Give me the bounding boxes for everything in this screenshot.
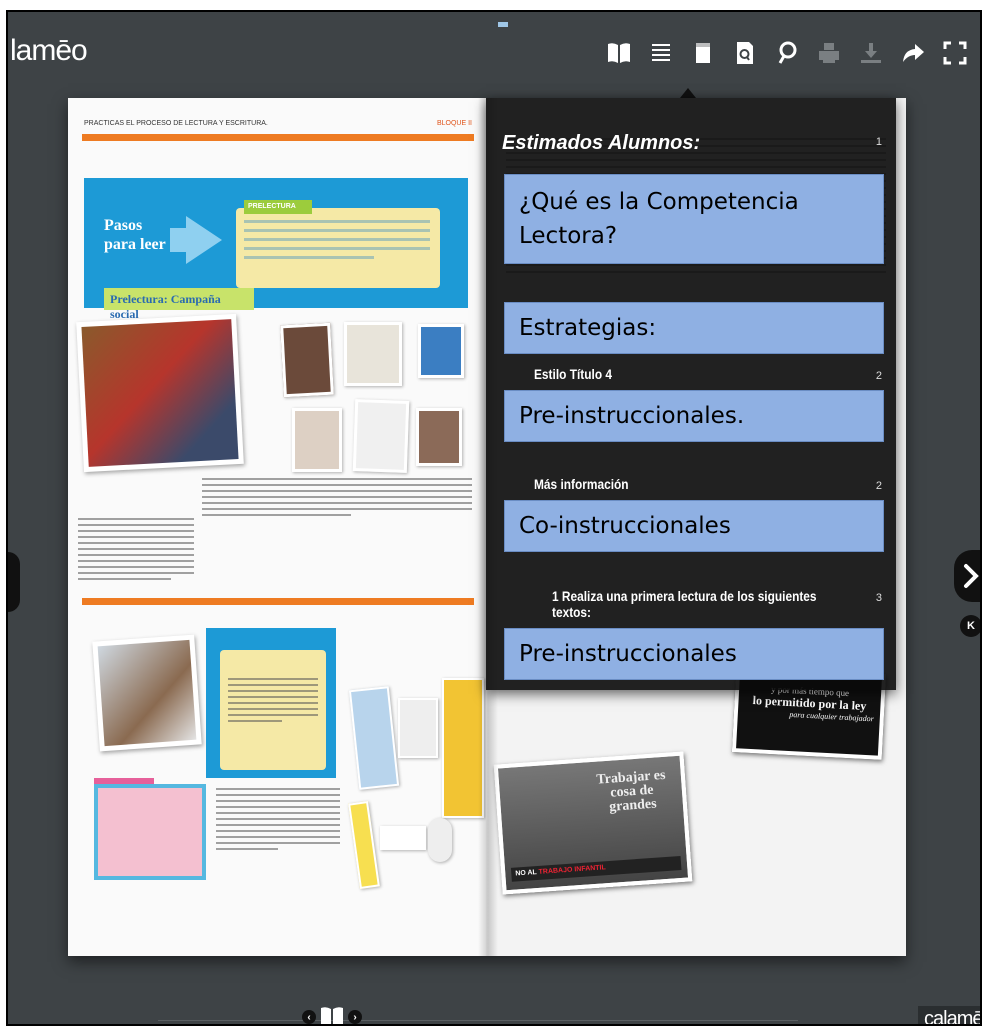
page-header: PRACTICAS EL PROCESO DE LECTURA Y ESCRIT… (84, 120, 268, 127)
toc-entry-mas-informacion[interactable]: Más información (534, 476, 629, 492)
toc-title[interactable]: Estimados Alumnos: (502, 132, 700, 155)
toc-entry-estilo-titulo-4[interactable]: Estilo Título 4 (534, 366, 612, 382)
slider-book-icon[interactable] (318, 1003, 346, 1024)
viewer: lamēo PRACTICAS EL PROCESO DE LECTURA Y … (6, 10, 982, 1026)
toc-entry-mas-page: 2 (875, 480, 882, 492)
left-page: PRACTICAS EL PROCESO DE LECTURA Y ESCRIT… (68, 98, 486, 956)
last-page-button[interactable]: K (960, 615, 980, 637)
orange-rule (82, 134, 474, 141)
orange-rule-2 (82, 598, 474, 605)
book-icon[interactable] (604, 38, 634, 68)
block-label: BLOQUE II (436, 120, 472, 127)
logo-thumbnail (380, 826, 426, 850)
footer-logo[interactable]: calamēo (918, 1006, 980, 1024)
toc-caret (680, 88, 696, 98)
lab-photo (92, 634, 202, 752)
poster-thumbnail (280, 322, 334, 398)
newspaper-thumbnail (292, 408, 342, 472)
share-icon[interactable] (898, 38, 928, 68)
toc-item-co-instruccionales[interactable]: Co-instruccionales (504, 500, 884, 552)
child-labor-card: Trabajar es cosa de grandes NO AL TRABAJ… (493, 751, 693, 895)
arrow-icon (186, 216, 222, 264)
document-search-icon[interactable] (730, 38, 760, 68)
toc-entry-estilo-page: 2 (875, 370, 882, 382)
list-icon[interactable] (646, 38, 676, 68)
zoom-icon[interactable] (772, 38, 802, 68)
toc-item-estrategias[interactable]: Estrategias: (504, 302, 884, 354)
chevron-right-icon (964, 564, 979, 588)
magazine-thumbnail (418, 324, 464, 378)
fullscreen-icon[interactable] (940, 38, 970, 68)
map-thumbnail (348, 686, 400, 790)
document-thumbnail (344, 322, 402, 386)
pasos-title: Pasos para leer (104, 217, 166, 253)
page-slider[interactable]: ‹ › (302, 1002, 362, 1024)
toc-entry-realiza-page: 3 (875, 592, 882, 604)
letter-thumbnail (352, 399, 410, 473)
family-photo (76, 313, 244, 473)
comic-thumbnail (348, 801, 380, 889)
lectura-text (228, 678, 318, 726)
prelectura-tag: PRELECTURA (244, 200, 312, 214)
prelectura-box-2 (94, 784, 206, 880)
toc-item-pre-instruccionales-2[interactable]: Pre-instruccionales (504, 628, 884, 680)
prelectura-text (244, 220, 430, 265)
flyer-thumbnail (398, 698, 438, 758)
page-slider-track[interactable] (158, 1020, 798, 1021)
toc-title-page: 1 (875, 136, 882, 148)
slider-prev-icon[interactable]: ‹ (302, 1010, 316, 1024)
photo-thumbnail (416, 408, 462, 466)
child-labor-title: Trabajar es cosa de grandes (595, 767, 666, 815)
observa-text-2 (216, 788, 340, 854)
bookmark-icon[interactable] (688, 38, 718, 68)
toolbar (604, 38, 970, 68)
toc-item-pre-instruccionales-1[interactable]: Pre-instruccionales. (504, 390, 884, 442)
slider-next-icon[interactable]: › (348, 1010, 362, 1024)
toc-item-competencia[interactable]: ¿Qué es la Competencia Lectora? (504, 174, 884, 264)
prelectura-band: Prelectura: Campaña social (104, 288, 254, 321)
previous-page-handle[interactable] (8, 552, 20, 612)
observa-text (202, 478, 472, 520)
download-icon (856, 38, 886, 68)
app-logo[interactable]: lamēo (10, 34, 88, 68)
next-page-button[interactable] (954, 550, 980, 602)
print-icon (814, 38, 844, 68)
table-of-contents-panel: Estimados Alumnos: 1 ¿Qué es la Competen… (486, 98, 896, 690)
round-logo-thumbnail (428, 818, 452, 862)
top-bar: lamēo (8, 12, 980, 82)
toc-entry-realiza[interactable]: 1 Realiza una primera lectura de los sig… (552, 588, 844, 620)
child-labor-banner: NO AL TRABAJO INFANTIL (510, 855, 682, 882)
caption-text (78, 518, 194, 584)
